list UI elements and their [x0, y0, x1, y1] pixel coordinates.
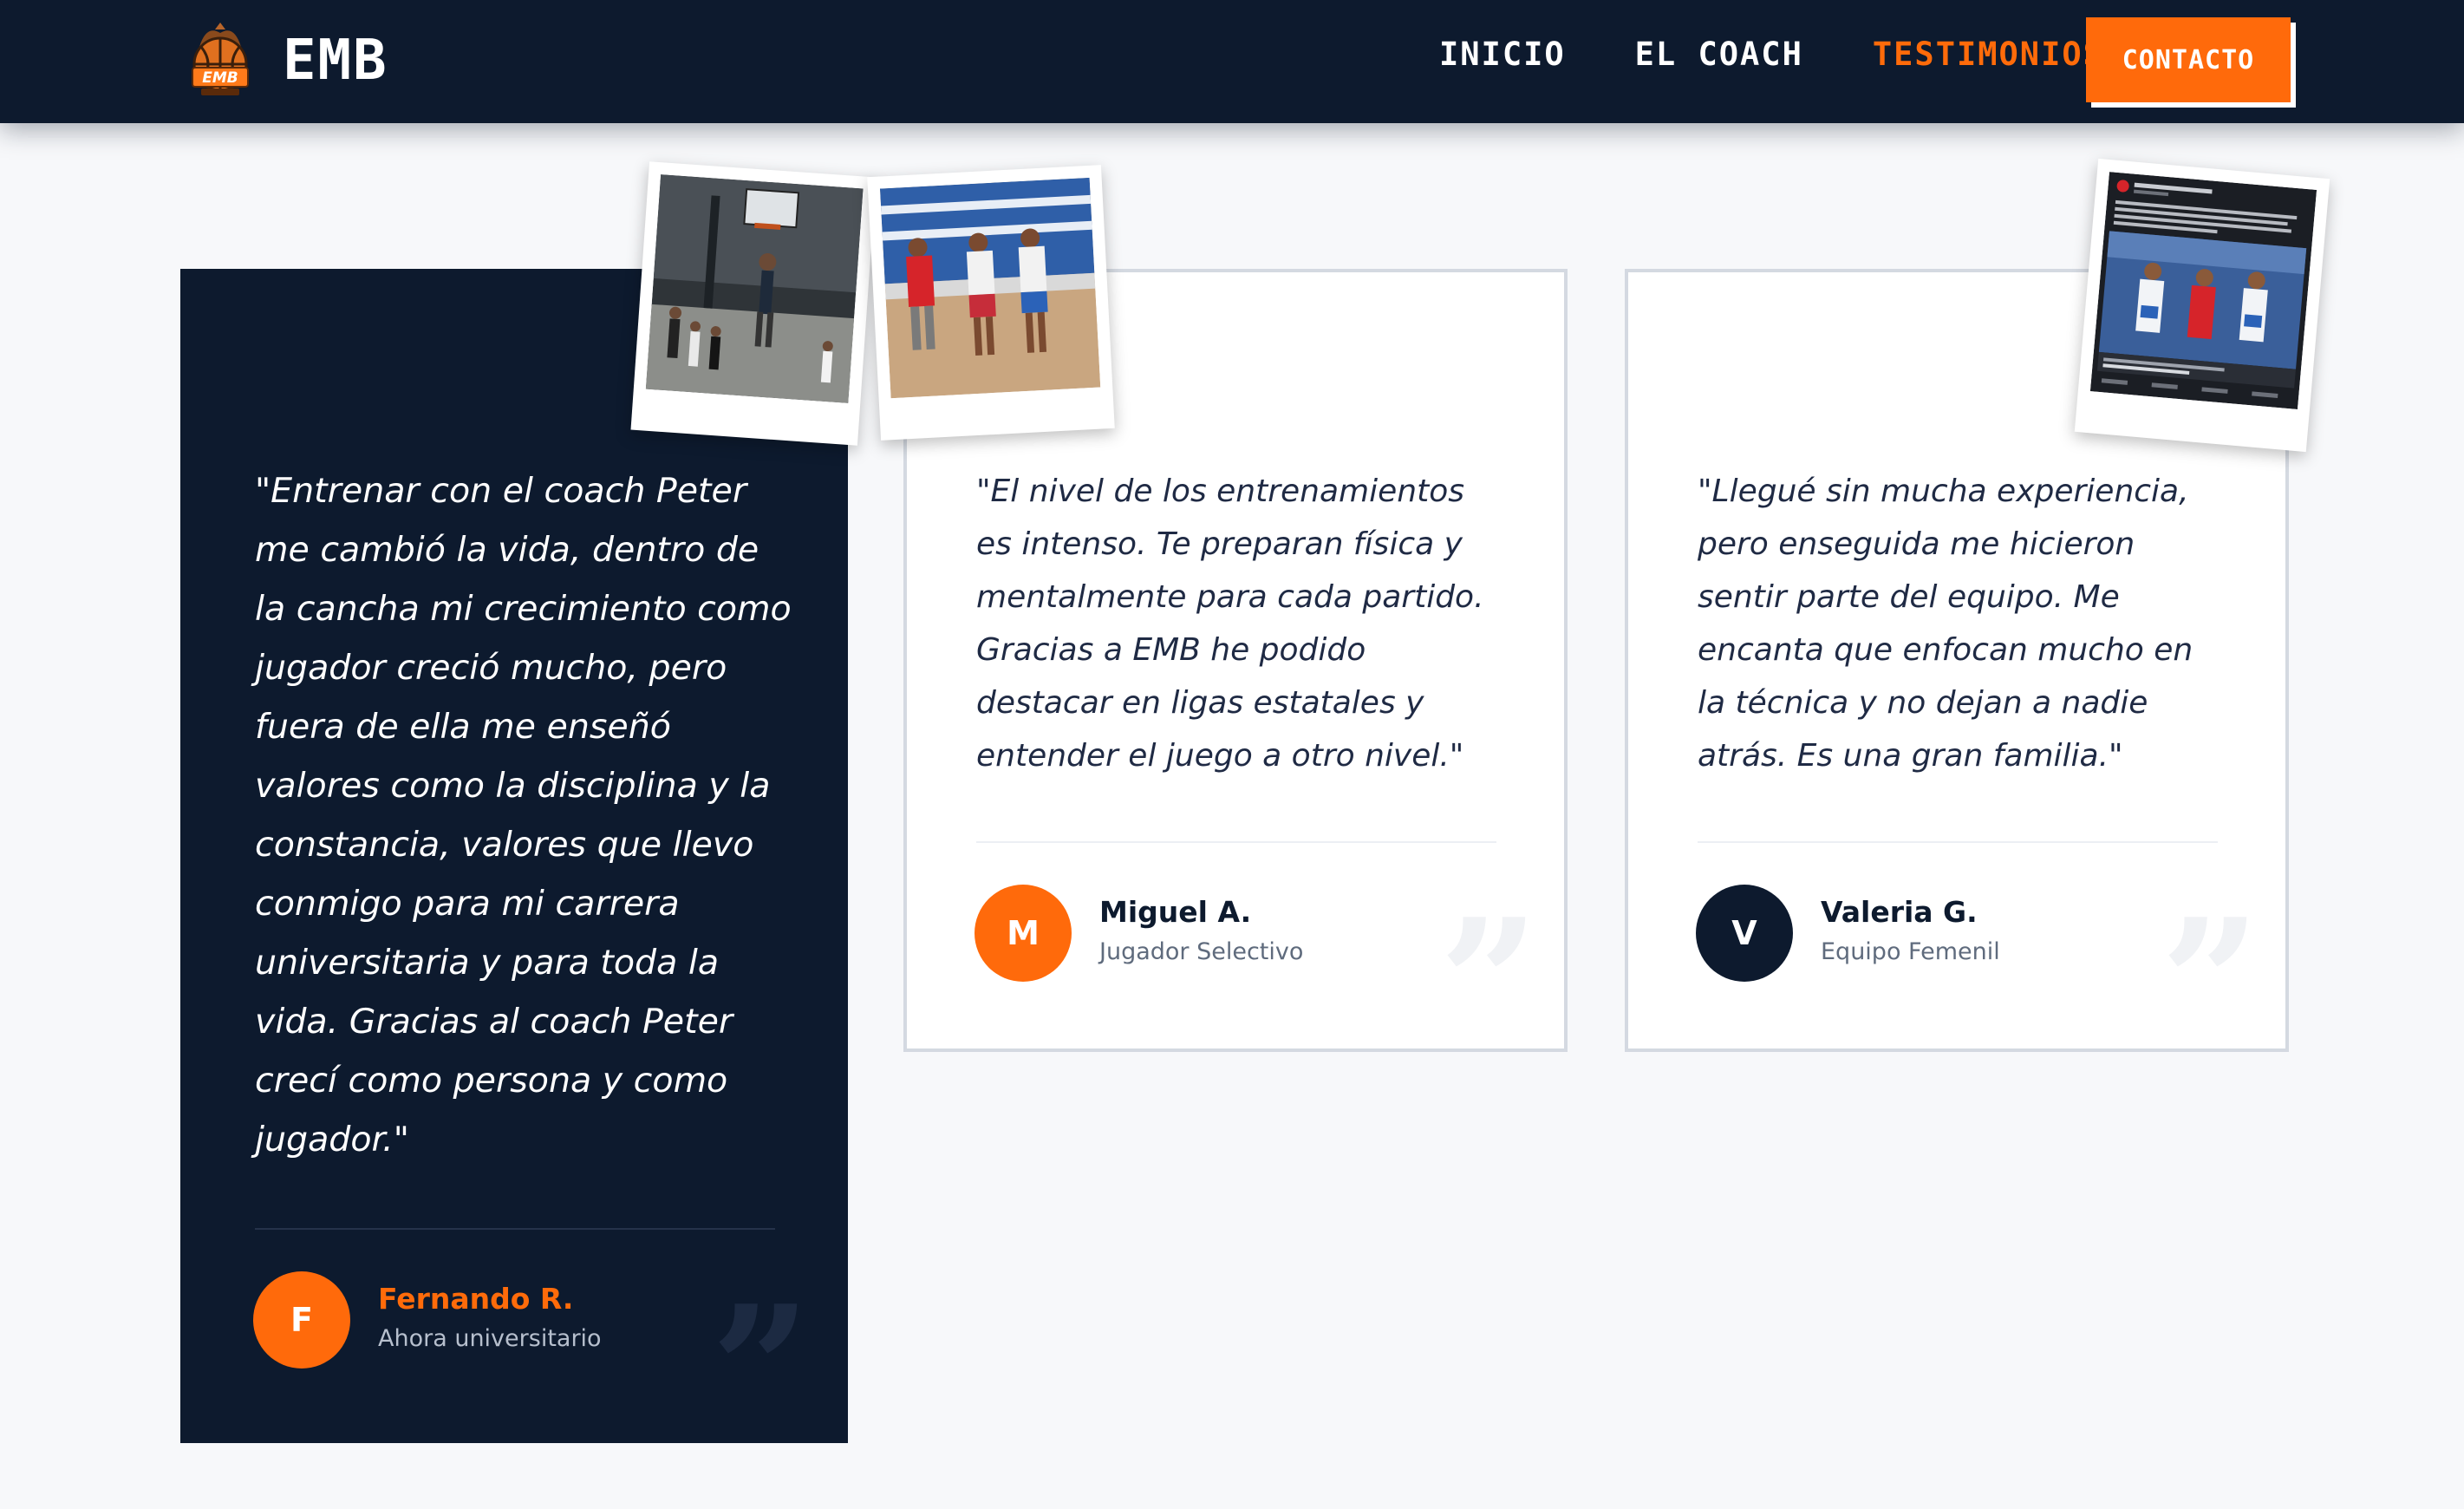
testimonial-quote: "Entrenar con el coach Peter me cambió l… [255, 471, 792, 1160]
testimonial-quote: "El nivel de los entrenamientos es inten… [976, 474, 1484, 774]
nav-links: INICIO EL COACH TESTIMONIOS [1439, 0, 2174, 108]
author-name: Valeria G. [1821, 895, 1978, 929]
nav-link-testimonios[interactable]: TESTIMONIOS [1873, 36, 2104, 73]
news-post-image [2089, 172, 2317, 410]
basketball-crest-icon: EMB [192, 23, 249, 95]
top-navbar: EMB EMB INICIO EL COACH TESTIMONIOS CONT… [0, 0, 2464, 123]
avatar: V [1696, 885, 1793, 982]
avatar: M [975, 885, 1072, 982]
closing-quote-icon: ” [2161, 897, 2260, 992]
polaroid-photo-coach-players [867, 165, 1115, 441]
author-role: Equipo Femenil [1821, 938, 2000, 965]
svg-text:EMB: EMB [202, 69, 238, 87]
contact-button[interactable]: CONTACTO [2086, 17, 2291, 102]
gym-photo-image [645, 174, 864, 403]
brand[interactable]: EMB EMB [180, 17, 388, 104]
closing-quote-icon: ” [711, 1284, 811, 1379]
team-photo-image [879, 177, 1101, 399]
nav-link-el-coach[interactable]: EL COACH [1635, 36, 1803, 73]
testimonial-quote: "Llegué sin mucha experiencia, pero ense… [1698, 474, 2193, 774]
divider [255, 1228, 775, 1230]
polaroid-photo-gym-dunk [630, 161, 877, 446]
author-name: Fernando R. [378, 1282, 574, 1316]
brand-name: EMB [283, 29, 388, 93]
divider [976, 841, 1496, 843]
divider [1698, 841, 2218, 843]
testimonial-card-fernando: "Entrenar con el coach Peter me cambió l… [180, 269, 848, 1443]
avatar: F [253, 1271, 350, 1369]
closing-quote-icon: ” [1439, 897, 1539, 992]
nav-link-inicio[interactable]: INICIO [1439, 36, 1566, 73]
author-name: Miguel A. [1099, 895, 1252, 929]
author-role: Ahora universitario [378, 1325, 602, 1352]
polaroid-photo-news-post [2074, 158, 2330, 453]
author-role: Jugador Selectivo [1099, 938, 1304, 965]
